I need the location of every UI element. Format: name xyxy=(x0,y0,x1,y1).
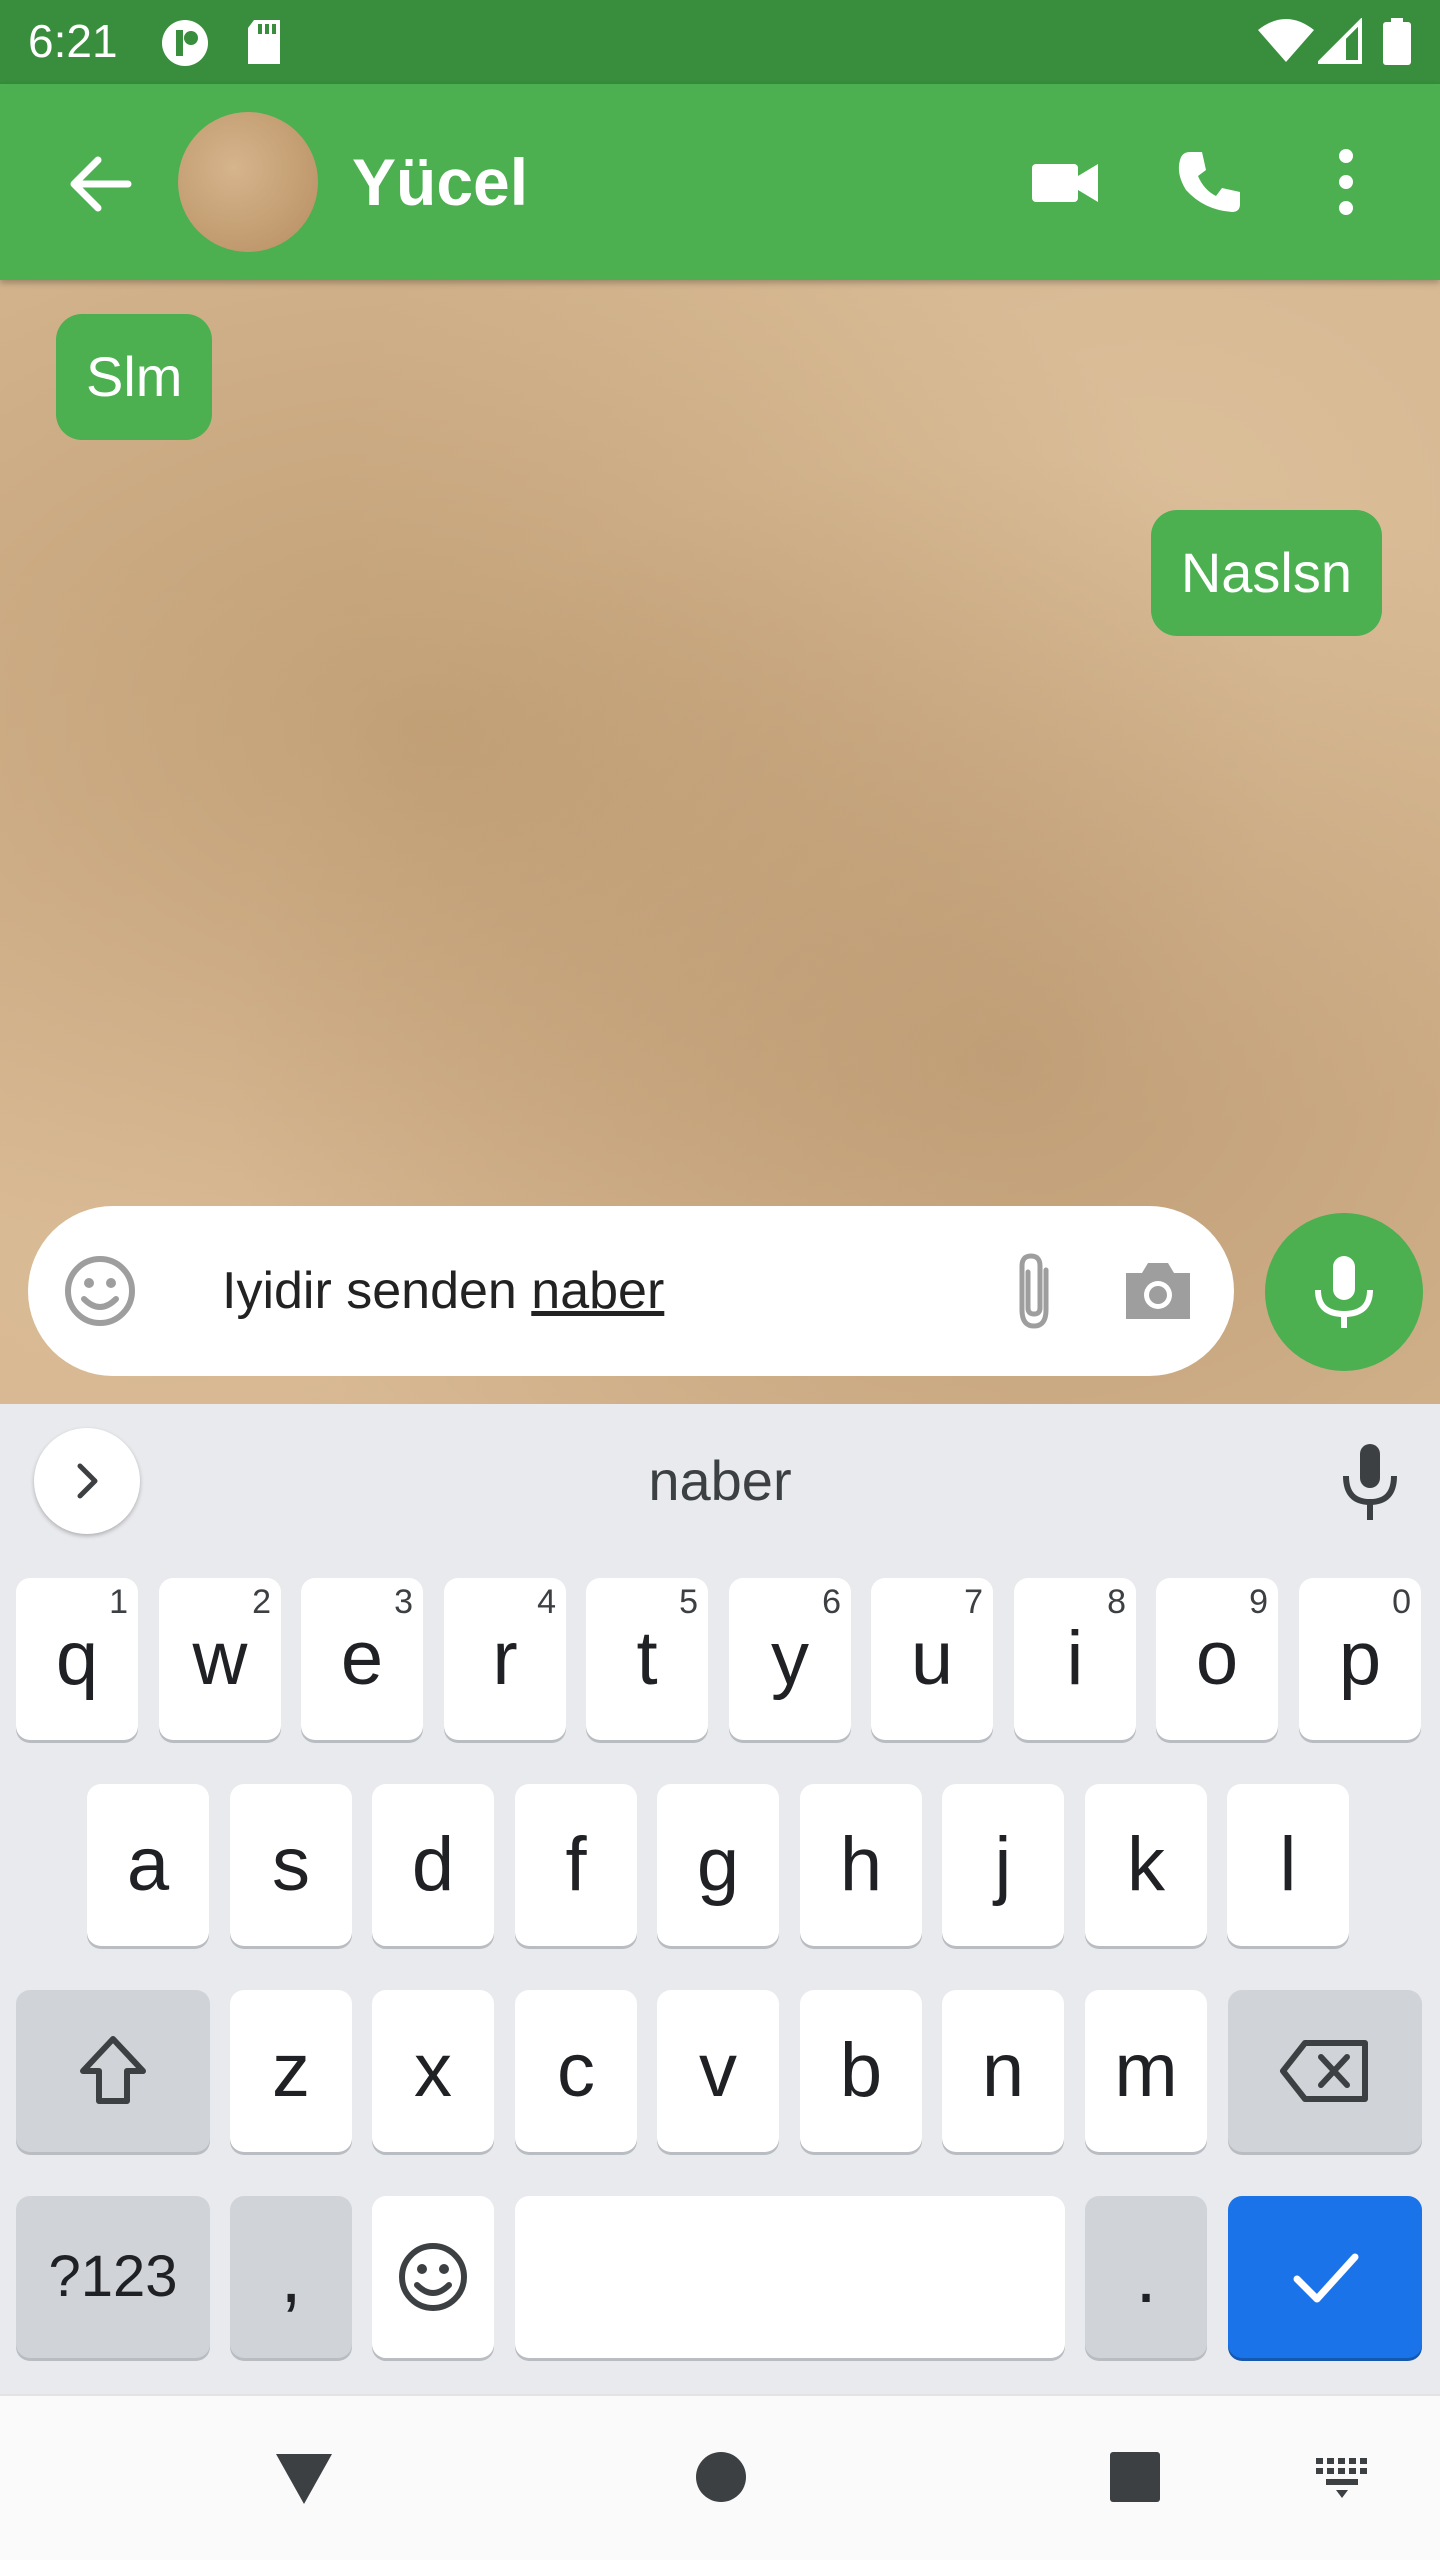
key-hint: 5 xyxy=(679,1583,698,1621)
key-hint: 6 xyxy=(822,1583,841,1621)
key-b[interactable]: b xyxy=(800,1990,922,2152)
checkmark-icon xyxy=(1293,2253,1359,2303)
camera-icon[interactable] xyxy=(1118,1251,1198,1331)
key-k[interactable]: k xyxy=(1085,1784,1207,1946)
phone-call-icon[interactable] xyxy=(1170,142,1250,222)
key-label: e xyxy=(340,1616,384,1701)
key-label: w xyxy=(192,1616,248,1701)
done-key[interactable] xyxy=(1228,2196,1422,2358)
keyboard-voice-input-icon[interactable] xyxy=(1330,1440,1410,1526)
key-label: p xyxy=(1338,1616,1382,1701)
message-input[interactable]: Iyidir senden naber xyxy=(222,1261,664,1321)
app-notification-icon xyxy=(160,18,212,73)
key-y[interactable]: y6 xyxy=(729,1578,851,1740)
key-f[interactable]: f xyxy=(515,1784,637,1946)
voice-record-button[interactable] xyxy=(1265,1213,1423,1371)
key-t[interactable]: t5 xyxy=(586,1578,708,1740)
emoji-key[interactable] xyxy=(372,2196,494,2358)
key-m[interactable]: m xyxy=(1085,1990,1207,2152)
emoji-smiley-icon xyxy=(399,2243,467,2311)
key-label: t xyxy=(636,1616,658,1701)
key-hint: 9 xyxy=(1249,1583,1268,1621)
backspace-key[interactable] xyxy=(1228,1990,1422,2152)
comma-key[interactable]: , xyxy=(230,2196,352,2358)
key-hint: 1 xyxy=(109,1583,128,1621)
key-r[interactable]: r4 xyxy=(444,1578,566,1740)
key-i[interactable]: i8 xyxy=(1014,1578,1136,1740)
wifi-icon xyxy=(1256,18,1316,69)
key-v[interactable]: v xyxy=(657,1990,779,2152)
key-d[interactable]: d xyxy=(372,1784,494,1946)
key-g[interactable]: g xyxy=(657,1784,779,1946)
battery-icon xyxy=(1382,18,1412,71)
contact-name[interactable]: Yücel xyxy=(352,144,528,220)
composing-word: naber xyxy=(531,1262,665,1320)
emoji-icon[interactable] xyxy=(60,1251,140,1331)
key-label: u xyxy=(910,1616,954,1701)
key-j[interactable]: j xyxy=(942,1784,1064,1946)
suggestion-word[interactable]: naber xyxy=(0,1448,1440,1513)
symbols-key[interactable]: ?123 xyxy=(16,2196,210,2358)
key-hint: 8 xyxy=(1107,1583,1126,1621)
message-composer[interactable]: Iyidir senden naber xyxy=(28,1206,1234,1376)
key-label: y xyxy=(771,1616,809,1701)
key-w[interactable]: w2 xyxy=(159,1578,281,1740)
key-hint: 0 xyxy=(1392,1583,1411,1621)
nav-recents-icon[interactable] xyxy=(1108,2450,1162,2509)
key-s[interactable]: s xyxy=(230,1784,352,1946)
key-hint: 4 xyxy=(537,1583,556,1621)
shift-arrow-icon xyxy=(80,2036,146,2104)
space-key[interactable] xyxy=(515,2196,1065,2358)
more-options-icon[interactable] xyxy=(1306,142,1386,222)
key-l[interactable]: l xyxy=(1227,1784,1349,1946)
cell-signal-icon xyxy=(1315,17,1362,69)
chat-header: Yücel xyxy=(0,84,1440,280)
period-key[interactable]: . xyxy=(1085,2196,1207,2358)
message-input-text: Iyidir senden xyxy=(222,1262,532,1320)
nav-home-icon[interactable] xyxy=(694,2450,748,2509)
backspace-icon xyxy=(1280,2040,1368,2102)
sd-card-icon xyxy=(244,18,284,71)
status-time: 6:21 xyxy=(28,15,118,67)
key-u[interactable]: u7 xyxy=(871,1578,993,1740)
key-n[interactable]: n xyxy=(942,1990,1064,2152)
key-label: o xyxy=(1195,1616,1239,1701)
onscreen-keyboard: naber q1 w2 e3 r4 t5 y6 u7 i8 o9 p0 a s … xyxy=(0,1404,1440,2394)
key-p[interactable]: p0 xyxy=(1299,1578,1421,1740)
keyboard-switcher-icon[interactable] xyxy=(1314,2456,1370,2505)
key-q[interactable]: q1 xyxy=(16,1578,138,1740)
key-hint: 2 xyxy=(252,1583,271,1621)
nav-back-icon[interactable] xyxy=(272,2448,336,2513)
key-x[interactable]: x xyxy=(372,1990,494,2152)
video-call-icon[interactable] xyxy=(1026,142,1106,222)
key-label: i xyxy=(1066,1616,1084,1701)
shift-key[interactable] xyxy=(16,1990,210,2152)
key-hint: 3 xyxy=(394,1583,413,1621)
key-label: r xyxy=(492,1616,518,1701)
contact-avatar[interactable] xyxy=(178,112,318,252)
key-e[interactable]: e3 xyxy=(301,1578,423,1740)
status-bar: 6:21 xyxy=(0,0,1440,84)
key-z[interactable]: z xyxy=(230,1990,352,2152)
outgoing-message-bubble[interactable]: Naslsn xyxy=(1150,510,1382,636)
key-hint: 7 xyxy=(964,1583,983,1621)
back-arrow-icon[interactable] xyxy=(60,144,140,224)
key-h[interactable]: h xyxy=(800,1784,922,1946)
attachment-paperclip-icon[interactable] xyxy=(996,1248,1076,1334)
key-o[interactable]: o9 xyxy=(1156,1578,1278,1740)
microphone-icon xyxy=(1315,1256,1373,1328)
key-label: q xyxy=(55,1616,99,1701)
system-navigation-bar xyxy=(0,2394,1440,2560)
key-c[interactable]: c xyxy=(515,1990,637,2152)
key-a[interactable]: a xyxy=(87,1784,209,1946)
incoming-message-bubble[interactable]: Slm xyxy=(56,314,213,440)
